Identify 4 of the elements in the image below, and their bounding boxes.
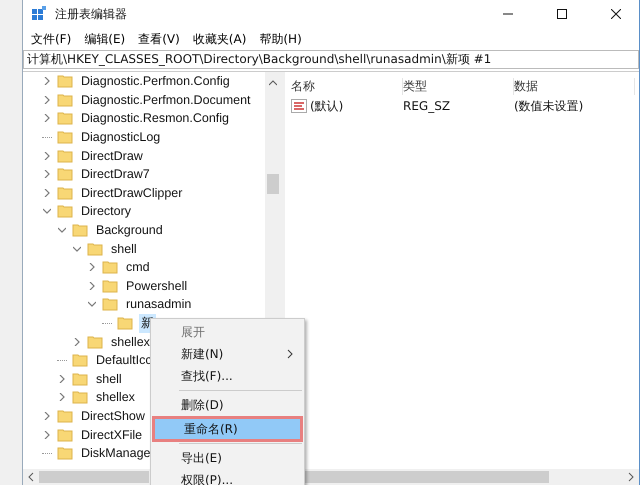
table-cell: (默认) — [310, 98, 344, 114]
window-title: 注册表编辑器 — [55, 6, 128, 22]
table-cell-text: REG_SZ — [403, 99, 452, 113]
table-cell-text: (数值未设置) — [514, 98, 584, 114]
